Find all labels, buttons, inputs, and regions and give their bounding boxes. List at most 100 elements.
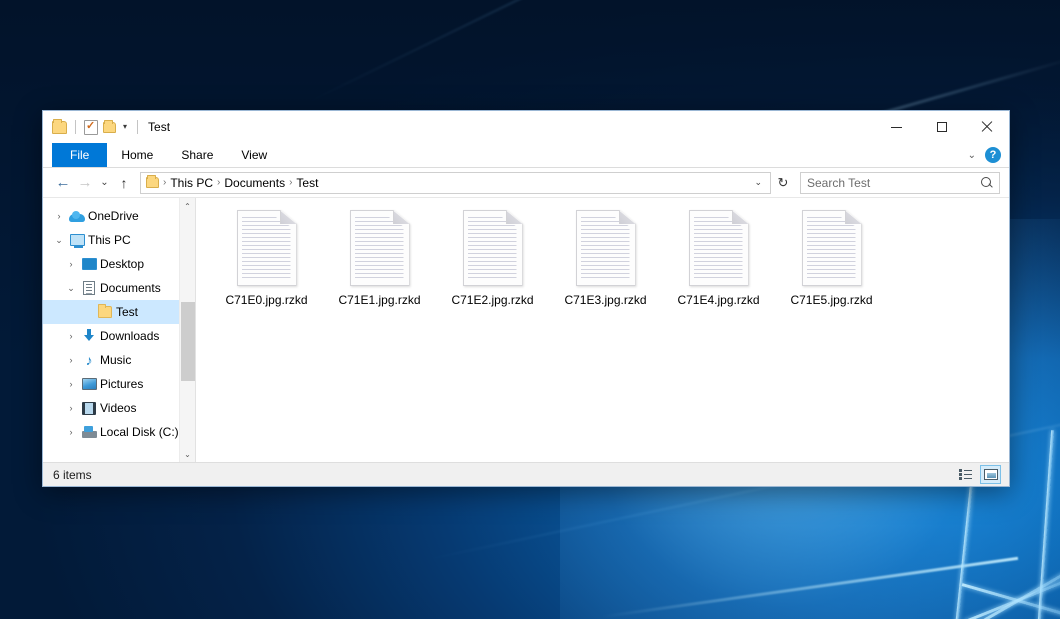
sidebar-item-label: OneDrive — [87, 209, 139, 223]
sidebar-item-onedrive[interactable]: › OneDrive — [43, 204, 195, 228]
file-item[interactable]: C71E4.jpg.rzkd — [662, 206, 775, 322]
help-icon[interactable]: ? — [985, 147, 1001, 163]
sidebar-item-this-pc[interactable]: ⌄ This PC — [43, 228, 195, 252]
file-explorer-window: ▾ Test File Home Share View ⌄ ? ← → — [42, 110, 1010, 487]
file-item[interactable]: C71E0.jpg.rzkd — [210, 206, 323, 322]
sidebar-item-downloads[interactable]: › Downloads — [43, 324, 195, 348]
tab-home[interactable]: Home — [107, 143, 167, 167]
up-button[interactable]: ↑ — [113, 172, 135, 194]
sidebar-item-label: Documents — [99, 281, 161, 295]
navigation-pane-scrollbar[interactable]: ⌃ ⌄ — [179, 198, 195, 462]
file-list-area[interactable]: C71E0.jpg.rzkd C71E1.jpg.rzkd C71E2.jpg.… — [196, 198, 1009, 462]
ribbon-tabs: File Home Share View ⌄ ? — [43, 143, 1009, 168]
tab-file[interactable]: File — [52, 143, 107, 167]
file-item[interactable]: C71E5.jpg.rzkd — [775, 206, 888, 322]
quick-access-toolbar: ▾ Test — [43, 120, 170, 135]
sidebar-item-local-disk-c[interactable]: › Local Disk (C:) — [43, 420, 195, 444]
pictures-icon — [79, 378, 99, 390]
chevron-right-icon[interactable]: › — [63, 355, 79, 365]
chevron-right-icon[interactable]: › — [51, 211, 67, 221]
tab-share[interactable]: Share — [167, 143, 227, 167]
close-button[interactable] — [964, 111, 1009, 143]
sidebar-item-videos[interactable]: › Videos — [43, 396, 195, 420]
file-name-label: C71E4.jpg.rzkd — [674, 292, 762, 308]
properties-icon[interactable] — [84, 120, 98, 135]
chevron-down-icon[interactable]: ⌄ — [51, 235, 67, 246]
breadcrumb[interactable]: › This PC › Documents › Test ⌄ — [140, 172, 771, 194]
file-name-label: C71E3.jpg.rzkd — [561, 292, 649, 308]
file-name-label: C71E5.jpg.rzkd — [787, 292, 875, 308]
maximize-button[interactable] — [919, 111, 964, 143]
window-title: Test — [148, 120, 170, 134]
scroll-down-icon[interactable]: ⌄ — [180, 446, 196, 462]
window-body: › OneDrive ⌄ This PC › Desktop ⌄ — [43, 198, 1009, 462]
chevron-down-icon[interactable]: ⌄ — [63, 283, 79, 294]
documents-icon — [79, 281, 99, 295]
file-name-label: C71E1.jpg.rzkd — [335, 292, 423, 308]
details-view-icon — [959, 469, 972, 480]
sidebar-item-test[interactable]: Test — [43, 300, 195, 324]
breadcrumb-dropdown-icon[interactable]: ⌄ — [748, 177, 768, 188]
title-bar: ▾ Test — [43, 111, 1009, 143]
sidebar-item-label: Pictures — [99, 377, 143, 391]
disk-icon — [79, 426, 99, 438]
chevron-down-icon[interactable]: ▾ — [121, 123, 129, 131]
scrollbar-thumb[interactable] — [181, 302, 195, 381]
folder-icon[interactable] — [52, 121, 67, 134]
file-grid: C71E0.jpg.rzkd C71E1.jpg.rzkd C71E2.jpg.… — [210, 206, 1009, 322]
large-icons-view-icon — [984, 469, 998, 480]
toolbar-divider — [137, 120, 138, 134]
expand-ribbon-chevron-icon[interactable]: ⌄ — [968, 150, 976, 161]
file-item[interactable]: C71E2.jpg.rzkd — [436, 206, 549, 322]
breadcrumb-folder-icon[interactable] — [146, 177, 159, 188]
search-icon[interactable] — [981, 177, 993, 189]
desktop-icon — [79, 258, 99, 270]
generic-file-icon — [463, 210, 523, 286]
this-pc-icon — [67, 234, 87, 246]
breadcrumb-item-documents[interactable]: Documents — [221, 176, 288, 190]
refresh-button[interactable]: ↻ — [772, 172, 794, 194]
chevron-right-icon[interactable]: › — [63, 427, 79, 437]
file-name-label: C71E2.jpg.rzkd — [448, 292, 536, 308]
address-bar: ← → ⌄ ↑ › This PC › Documents › Test ⌄ ↻… — [43, 168, 1009, 198]
scroll-up-icon[interactable]: ⌃ — [180, 198, 196, 214]
status-bar: 6 items — [43, 462, 1009, 486]
new-folder-icon[interactable] — [103, 122, 116, 133]
videos-icon — [79, 402, 99, 415]
file-item[interactable]: C71E1.jpg.rzkd — [323, 206, 436, 322]
file-name-label: C71E0.jpg.rzkd — [222, 292, 310, 308]
forward-button[interactable]: → — [74, 172, 96, 194]
sidebar-item-label: Test — [115, 305, 138, 319]
sidebar-item-music[interactable]: › ♪ Music — [43, 348, 195, 372]
tab-view[interactable]: View — [227, 143, 281, 167]
chevron-right-icon[interactable]: › — [63, 331, 79, 341]
desktop: ▾ Test File Home Share View ⌄ ? ← → — [0, 0, 1060, 619]
search-box[interactable]: Search Test — [800, 172, 1000, 194]
search-input[interactable]: Search Test — [807, 176, 981, 190]
ribbon-right-controls: ⌄ ? — [968, 143, 1009, 167]
back-button[interactable]: ← — [52, 172, 74, 194]
file-item[interactable]: C71E3.jpg.rzkd — [549, 206, 662, 322]
sidebar-item-label: Music — [99, 353, 131, 367]
chevron-right-icon[interactable]: › — [63, 259, 79, 269]
generic-file-icon — [576, 210, 636, 286]
onedrive-icon — [67, 211, 87, 222]
downloads-icon — [79, 329, 99, 343]
chevron-right-icon[interactable]: › — [63, 379, 79, 389]
breadcrumb-item-this-pc[interactable]: This PC — [167, 176, 216, 190]
details-view-button[interactable] — [955, 465, 976, 484]
sidebar-item-documents[interactable]: ⌄ Documents — [43, 276, 195, 300]
large-icons-view-button[interactable] — [980, 465, 1001, 484]
chevron-right-icon[interactable]: › — [63, 403, 79, 413]
recent-locations-icon[interactable]: ⌄ — [96, 172, 113, 194]
toolbar-divider — [75, 120, 76, 134]
minimize-button[interactable] — [874, 111, 919, 143]
sidebar-item-desktop[interactable]: › Desktop — [43, 252, 195, 276]
folder-icon — [95, 306, 115, 318]
scrollbar-track[interactable] — [180, 214, 196, 446]
generic-file-icon — [350, 210, 410, 286]
navigation-pane: › OneDrive ⌄ This PC › Desktop ⌄ — [43, 198, 196, 462]
window-controls — [874, 111, 1009, 143]
breadcrumb-item-test[interactable]: Test — [293, 176, 321, 190]
sidebar-item-pictures[interactable]: › Pictures — [43, 372, 195, 396]
